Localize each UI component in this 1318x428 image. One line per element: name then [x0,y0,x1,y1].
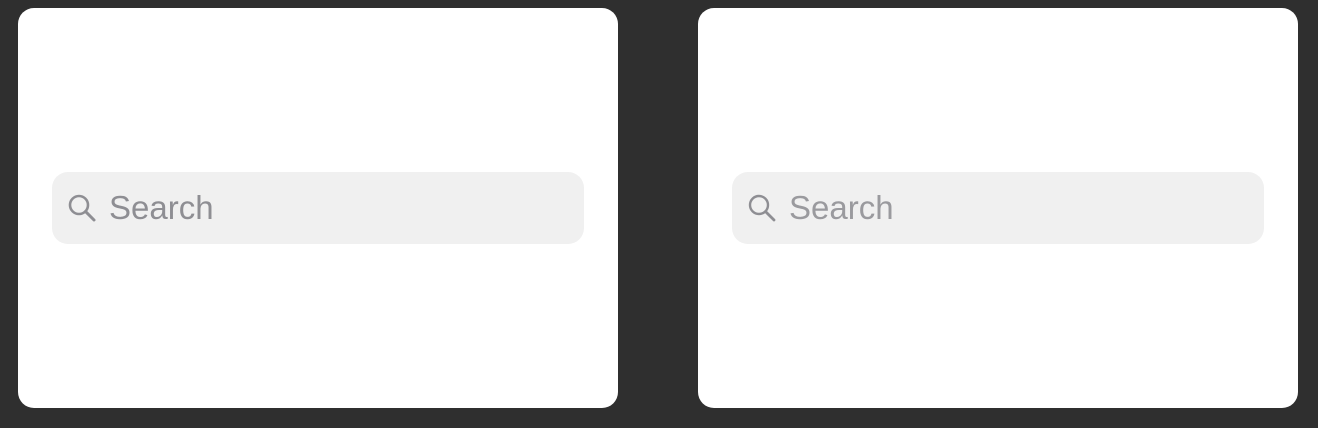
search-input[interactable] [789,184,1229,232]
search-input[interactable] [109,184,549,232]
panel-right [698,8,1298,408]
panel-left [18,8,618,408]
search-bar[interactable] [732,172,1264,244]
search-icon [66,192,98,224]
search-bar[interactable] [52,172,584,244]
search-icon [746,192,778,224]
